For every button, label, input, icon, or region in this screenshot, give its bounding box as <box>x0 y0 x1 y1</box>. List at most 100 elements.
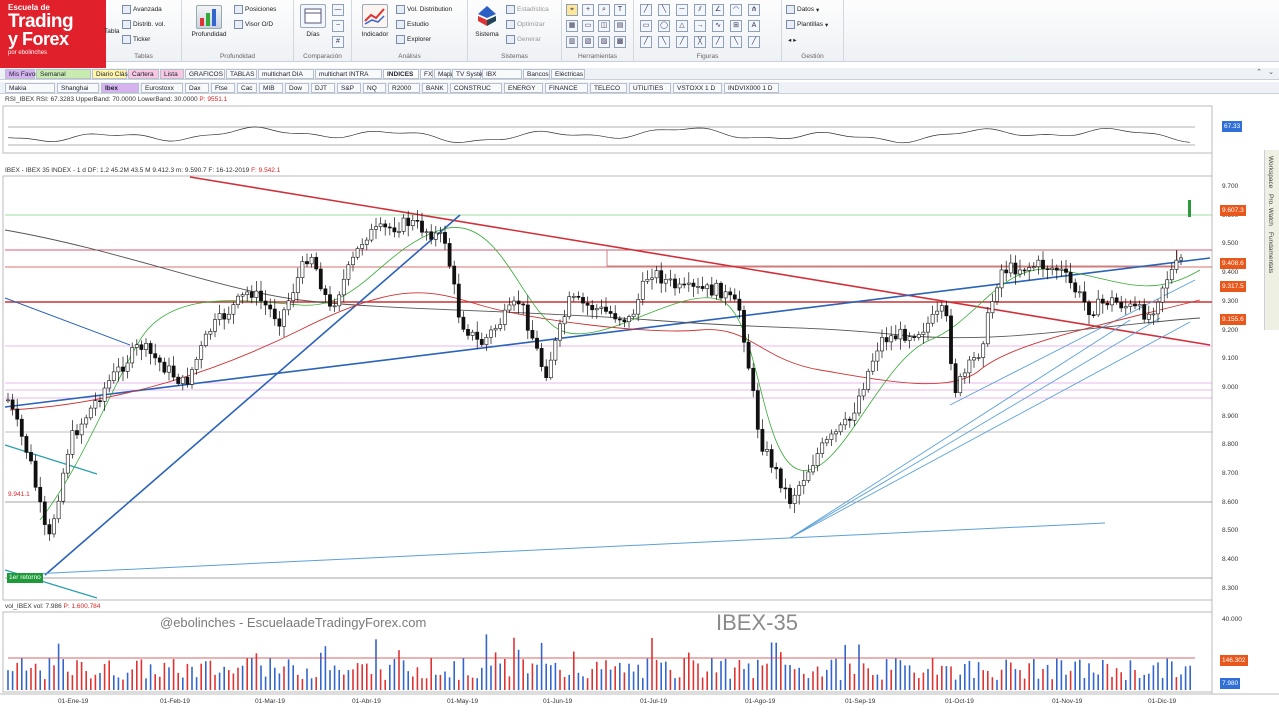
x-axis-label: 01-Jul-19 <box>640 698 668 705</box>
candle-body <box>401 217 406 232</box>
candle-body <box>249 291 254 298</box>
price-level-tag: 9.408.6 <box>1220 258 1246 269</box>
x-axis-label: 01-Feb-19 <box>160 698 190 705</box>
candle-body <box>1100 298 1105 304</box>
price-axis-label: 9.200 <box>1222 326 1239 334</box>
rsi-line <box>7 126 1191 144</box>
candle-body <box>346 264 351 280</box>
candle-body <box>98 400 102 402</box>
candle-body <box>295 277 300 294</box>
candle-body <box>696 286 700 288</box>
candle-body <box>870 360 875 372</box>
candle-body <box>893 335 898 340</box>
x-axis-label: 01-May-19 <box>447 698 479 705</box>
candle-body <box>875 350 880 362</box>
candle-body <box>829 433 834 440</box>
candle-body <box>148 343 153 354</box>
candle-body <box>1036 259 1041 268</box>
candle-body <box>47 524 52 535</box>
price-label-text: IBEX - IBEX 35 INDEX - 1 d DF: 1.2 45.2M… <box>5 167 250 174</box>
candle-body <box>1008 262 1013 274</box>
candle-body <box>88 407 93 419</box>
candle-body <box>866 370 871 390</box>
workspace-tab[interactable]: Workspace <box>1267 156 1274 188</box>
candle-body <box>682 283 687 286</box>
candle-body <box>291 292 296 302</box>
candle-body <box>433 232 438 240</box>
price-panel-frame <box>2 175 1213 601</box>
candle-body <box>153 353 158 359</box>
candle-body <box>627 316 631 323</box>
candle-body <box>599 306 604 309</box>
candle-body <box>134 344 139 348</box>
candle-body <box>61 472 66 502</box>
candle-body <box>406 217 411 226</box>
x-axis-label: 01-Oct-19 <box>945 698 974 705</box>
candle-body <box>857 395 861 414</box>
candle-body <box>981 343 986 358</box>
candle-body <box>562 316 567 325</box>
candle-body <box>1082 291 1087 303</box>
candle-body <box>521 303 526 306</box>
left-price-tag: 9.941.1 <box>8 491 30 498</box>
candle-body <box>663 279 668 284</box>
candle-body <box>995 287 999 302</box>
candle-body <box>309 256 314 265</box>
candle-body <box>755 390 760 430</box>
candle-body <box>907 336 912 341</box>
candle-body <box>443 232 447 244</box>
candle-body <box>811 465 815 473</box>
candle-body <box>272 308 277 320</box>
price-axis-label: 8.300 <box>1222 584 1239 592</box>
candle-body <box>162 361 167 373</box>
candle-body <box>953 363 958 394</box>
candle-body <box>121 366 125 372</box>
candle-body <box>461 316 466 330</box>
candle-body <box>176 376 181 384</box>
candle-body <box>1114 297 1119 303</box>
price-level-tag: 9.607.3 <box>1220 205 1246 216</box>
candle-body <box>479 339 484 345</box>
candle-body <box>926 322 930 333</box>
candle-body <box>608 311 613 314</box>
candle-body <box>10 399 15 410</box>
candle-body <box>1146 313 1151 320</box>
candle-body <box>880 337 884 352</box>
candle-body <box>489 329 493 338</box>
candle-body <box>640 280 645 300</box>
candle-body <box>677 283 682 289</box>
price-axis-label: 9.300 <box>1222 297 1239 305</box>
candle-body <box>180 376 185 384</box>
candle-body <box>700 286 705 289</box>
candle-body <box>636 299 641 315</box>
candle-body <box>930 313 935 324</box>
candle-body <box>723 291 728 299</box>
fundamentals-tab[interactable]: Fundamentals <box>1267 232 1274 273</box>
candle-body <box>1073 282 1078 293</box>
candle-body <box>70 430 75 455</box>
candle-body <box>203 333 208 346</box>
candle-body <box>185 376 190 385</box>
candle-body <box>392 227 397 233</box>
candle-body <box>236 295 240 305</box>
candle-body <box>659 270 664 284</box>
pro-watch-tab[interactable]: Pro. Watch <box>1267 194 1274 226</box>
price-axis-label: 9.000 <box>1222 383 1239 391</box>
price-level-tag: 9.155.6 <box>1220 314 1246 325</box>
chart-canvas[interactable] <box>0 0 1279 720</box>
candle-body <box>286 300 291 311</box>
candle-body <box>834 431 838 435</box>
candle-body <box>1105 302 1110 306</box>
price-axis-label: 9.100 <box>1222 355 1239 363</box>
candle-body <box>75 430 79 436</box>
candle-body <box>1133 303 1137 307</box>
candle-body <box>645 279 650 282</box>
rsi-label-red: P: 9551.1 <box>199 96 228 103</box>
side-panel-strip[interactable]: Workspace Pro. Watch Fundamentals <box>1264 150 1279 330</box>
candle-body <box>847 418 852 421</box>
candle-body <box>429 231 434 240</box>
candle-body <box>1050 267 1055 270</box>
rsi-panel-frame <box>2 105 1213 154</box>
candle-body <box>410 220 415 226</box>
candle-body <box>1119 302 1124 309</box>
